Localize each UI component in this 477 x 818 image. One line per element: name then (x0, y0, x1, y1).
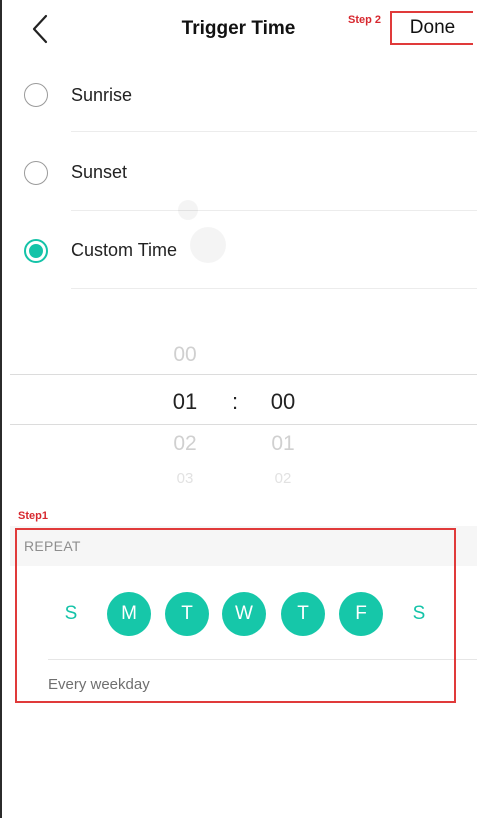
option-sunrise[interactable]: Sunrise (0, 56, 477, 134)
option-label: Custom Time (71, 240, 178, 260)
option-label: Sunrise (71, 85, 133, 105)
hour-option-below[interactable]: 02 (165, 432, 205, 456)
step1-annotation: Step1 (18, 510, 48, 522)
radio-sunrise[interactable] (24, 83, 48, 107)
option-label: Sunset (71, 162, 128, 182)
divider (71, 210, 477, 211)
option-custom-time[interactable]: Custom Time (0, 212, 477, 290)
time-separator: : (231, 389, 239, 414)
done-button[interactable]: Done (390, 11, 473, 45)
hour-option-above[interactable]: 00 (165, 343, 205, 367)
nav-header: Trigger Time Step 2 Done (0, 0, 477, 60)
minute-option-below-2[interactable]: 02 (263, 470, 303, 487)
option-sunset[interactable]: Sunset (0, 134, 477, 212)
hour-option-below-2[interactable]: 03 (165, 470, 205, 487)
radio-sunset[interactable] (24, 161, 48, 185)
minute-option-below[interactable]: 01 (263, 432, 303, 456)
step1-highlight-box (15, 528, 456, 703)
picker-bottom-line (10, 424, 477, 425)
hour-selected[interactable]: 01 (165, 389, 205, 415)
step2-annotation: Step 2 (348, 14, 382, 26)
picker-top-line (10, 374, 477, 375)
minute-selected[interactable]: 00 (263, 389, 303, 415)
radio-custom-time[interactable] (24, 239, 48, 263)
divider (71, 288, 477, 289)
background-watermark-icon (178, 200, 226, 263)
divider (71, 131, 477, 132)
